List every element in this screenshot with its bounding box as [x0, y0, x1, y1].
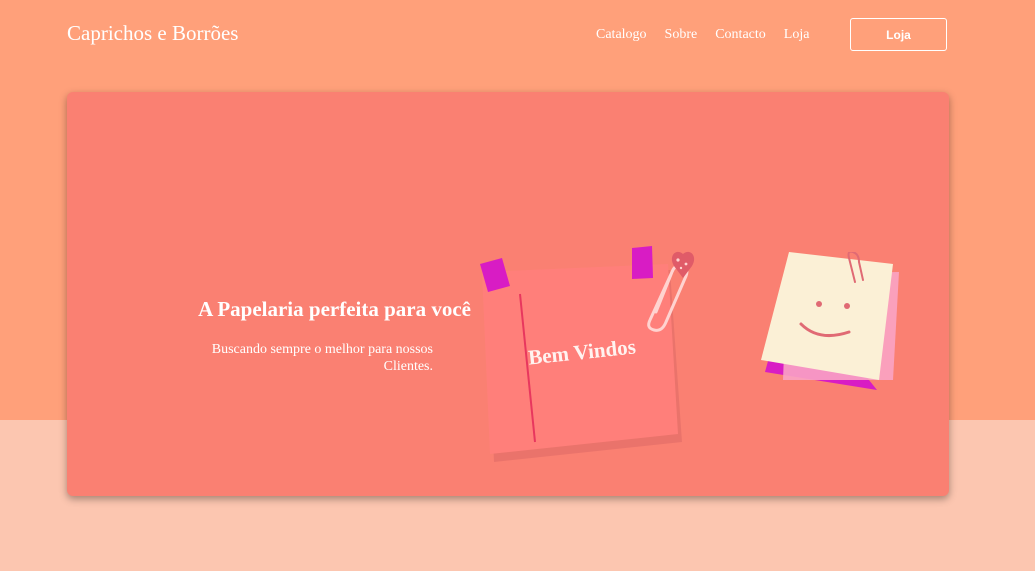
nav-links: Catalogo Sobre Contacto Loja [596, 27, 809, 43]
note-cream [761, 252, 893, 380]
smiley-eye-left [816, 301, 822, 307]
heart-sparkle [676, 258, 680, 262]
welcome-note-illustration: Bem Vindos [472, 242, 712, 477]
tape-right-icon [632, 246, 653, 279]
heart-sparkle [684, 262, 688, 266]
nav-link-sobre[interactable]: Sobre [665, 27, 698, 43]
smiley-eye-right [844, 303, 850, 309]
heart-icon [671, 251, 695, 278]
nav-link-contacto[interactable]: Contacto [715, 27, 766, 43]
hero-card: A Papelaria perfeita para você Buscando … [67, 92, 949, 496]
hero-subtitle: Buscando sempre o melhor para nossos Cli… [211, 342, 433, 374]
hero-title: A Papelaria perfeita para você [198, 297, 471, 321]
loja-button[interactable]: Loja [850, 18, 947, 51]
smiley-notes-illustration [757, 250, 907, 407]
navbar: Caprichos e Borrões Catalogo Sobre Conta… [0, 0, 1035, 72]
smiley-notes-graphic [761, 250, 899, 390]
heart-sparkle [679, 266, 683, 270]
brand-logo[interactable]: Caprichos e Borrões [67, 21, 238, 46]
nav-link-catalogo[interactable]: Catalogo [596, 27, 647, 43]
nav-link-loja[interactable]: Loja [784, 27, 810, 43]
